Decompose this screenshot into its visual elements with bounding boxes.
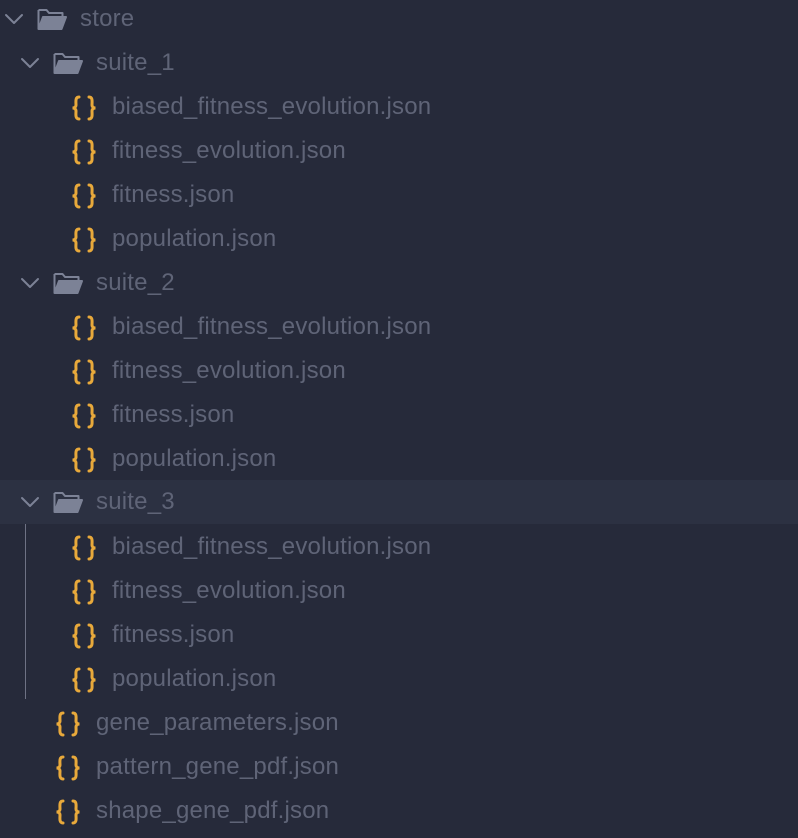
json-file-icon [53,797,83,827]
json-file-icon [69,445,99,475]
file-row[interactable]: fitness.json [0,173,798,217]
json-file-icon [69,665,99,695]
file-row[interactable]: fitness_evolution.json [0,129,798,173]
file-label: fitness_evolution.json [112,137,346,164]
json-file-icon [69,93,99,123]
file-label: shape_gene_pdf.json [96,797,330,824]
file-row[interactable]: fitness.json [0,393,798,437]
json-file-icon [69,357,99,387]
file-label: gene_parameters.json [96,709,339,736]
file-row[interactable]: fitness.json [0,613,798,657]
file-row[interactable]: biased_fitness_evolution.json [0,305,798,349]
json-file-icon [69,533,99,563]
json-file-icon [69,137,99,167]
folder-label: suite_3 [96,488,175,515]
file-label: fitness.json [112,401,235,428]
folder-label: suite_2 [96,269,175,296]
json-file-icon [69,225,99,255]
file-label: fitness.json [112,621,235,648]
folder-open-icon [53,490,83,514]
folder-row-suite-1[interactable]: suite_1 [0,41,798,85]
file-row[interactable]: gene_parameters.json [0,701,798,745]
file-row[interactable]: fitness_evolution.json [0,349,798,393]
file-label: biased_fitness_evolution.json [112,93,432,120]
file-row[interactable]: shape_gene_pdf.json [0,789,798,833]
chevron-down-icon[interactable] [2,0,26,41]
chevron-down-icon[interactable] [18,261,42,305]
json-file-icon [69,181,99,211]
file-label: population.json [112,225,277,252]
chevron-down-icon[interactable] [18,41,42,85]
folder-label: store [80,5,135,32]
file-row[interactable]: fitness_evolution.json [0,569,798,613]
file-explorer-tree: store suite_1 biased_fitness_evolution.j… [0,0,798,838]
file-label: population.json [112,445,277,472]
file-label: fitness.json [112,181,235,208]
file-label: biased_fitness_evolution.json [112,533,432,560]
folder-row-store[interactable]: store [0,0,798,41]
json-file-icon [53,709,83,739]
file-label: fitness_evolution.json [112,357,346,384]
file-row[interactable]: population.json [0,657,798,701]
file-row[interactable]: biased_fitness_evolution.json [0,525,798,569]
file-label: fitness_evolution.json [112,577,346,604]
file-row[interactable]: biased_fitness_evolution.json [0,85,798,129]
file-row[interactable]: population.json [0,217,798,261]
folder-open-icon [37,7,67,31]
chevron-down-icon[interactable] [18,480,42,524]
json-file-icon [69,313,99,343]
json-file-icon [69,401,99,431]
file-label: biased_fitness_evolution.json [112,313,432,340]
folder-open-icon [53,271,83,295]
file-row[interactable]: population.json [0,437,798,481]
file-row[interactable]: pattern_gene_pdf.json [0,745,798,789]
folder-row-suite-2[interactable]: suite_2 [0,261,798,305]
json-file-icon [53,753,83,783]
file-label: pattern_gene_pdf.json [96,753,340,780]
file-label: population.json [112,665,277,692]
folder-row-suite-3[interactable]: suite_3 [0,480,798,524]
folder-open-icon [53,51,83,75]
folder-label: suite_1 [96,49,175,76]
json-file-icon [69,621,99,651]
json-file-icon [69,577,99,607]
